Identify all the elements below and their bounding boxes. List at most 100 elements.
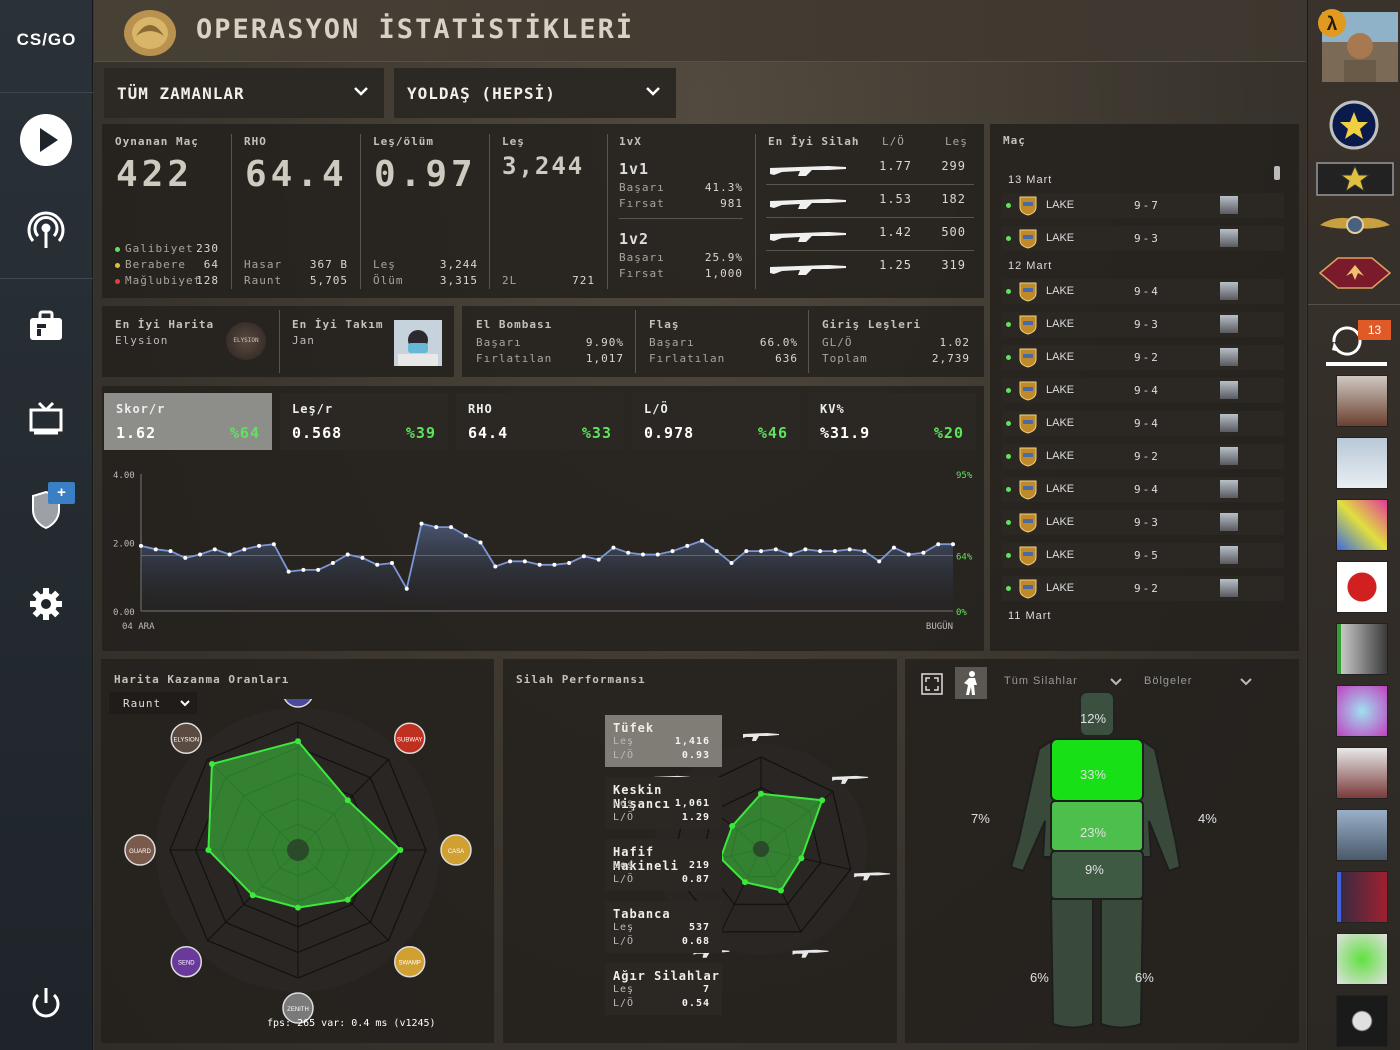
match-row[interactable]: LAKE 9-2 (1002, 345, 1284, 370)
stat-tab[interactable]: Leş/r 0.568 %39 (280, 393, 448, 450)
stat-tab[interactable]: Skor/r 1.62 %64 (104, 393, 272, 450)
data-point[interactable] (906, 552, 911, 557)
weapon-category-card[interactable]: Hafif Makineli Leş 219 L/Ö 0.87 (605, 839, 722, 891)
friend-avatar[interactable] (1336, 499, 1388, 551)
data-point[interactable] (139, 543, 143, 548)
scrollbar-thumb[interactable] (1274, 166, 1280, 180)
data-point[interactable] (567, 561, 572, 566)
data-point[interactable] (508, 559, 513, 564)
match-row[interactable]: LAKE 9-2 (1002, 444, 1284, 469)
weapon-filter[interactable]: Tüm Silahlar (1004, 675, 1078, 687)
data-point[interactable] (316, 567, 321, 572)
data-point[interactable] (552, 562, 557, 567)
data-point[interactable] (301, 567, 306, 572)
region-filter[interactable]: Bölgeler (1144, 675, 1192, 687)
match-row[interactable]: LAKE 9-4 (1002, 378, 1284, 403)
data-point[interactable] (847, 547, 852, 552)
data-point[interactable] (581, 554, 586, 559)
match-row[interactable]: LAKE 9-3 (1002, 312, 1284, 337)
data-point[interactable] (759, 549, 764, 554)
weapon-category-card[interactable]: Tüfek Leş 1,416 L/Ö 0.93 (605, 715, 722, 767)
data-point[interactable] (478, 540, 483, 545)
data-point[interactable] (951, 542, 955, 547)
data-point[interactable] (626, 550, 631, 555)
data-point[interactable] (832, 549, 837, 554)
data-point[interactable] (330, 561, 335, 566)
data-point[interactable] (891, 545, 896, 550)
broadcast-icon[interactable] (18, 202, 74, 258)
friend-avatar[interactable] (1336, 995, 1388, 1047)
power-icon[interactable] (18, 975, 74, 1031)
data-point[interactable] (788, 552, 793, 557)
soldier-toggle-button[interactable] (955, 667, 987, 699)
data-point[interactable] (360, 555, 365, 560)
friend-avatar[interactable] (1336, 871, 1388, 923)
stat-tab[interactable]: KV% %31.9 %20 (808, 393, 976, 450)
player-avatar[interactable]: λ (1318, 8, 1400, 82)
play-icon[interactable] (18, 112, 74, 168)
data-point[interactable] (773, 547, 778, 552)
match-row[interactable]: LAKE 9-3 (1002, 510, 1284, 535)
stat-tab[interactable]: RHO 64.4 %33 (456, 393, 624, 450)
mate-filter-dropdown[interactable]: YOLDAŞ (HEPSİ) (394, 68, 676, 118)
data-point[interactable] (921, 550, 926, 555)
data-point[interactable] (434, 525, 439, 530)
data-point[interactable] (862, 549, 867, 554)
match-row[interactable]: LAKE 9-4 (1002, 411, 1284, 436)
data-point[interactable] (611, 545, 616, 550)
data-point[interactable] (449, 525, 454, 530)
stat-tab[interactable]: L/Ö 0.978 %46 (632, 393, 800, 450)
data-point[interactable] (389, 561, 394, 566)
data-point[interactable] (596, 557, 601, 562)
data-point[interactable] (168, 549, 173, 554)
data-point[interactable] (242, 547, 247, 552)
weapon-category-card[interactable]: Keskin Nişancı Leş 1,061 L/Ö 1.29 (605, 777, 722, 829)
friend-avatar[interactable] (1336, 933, 1388, 985)
data-point[interactable] (463, 533, 468, 538)
friend-avatar[interactable] (1336, 623, 1388, 675)
time-filter-dropdown[interactable]: TÜM ZAMANLAR (104, 68, 384, 118)
data-point[interactable] (877, 559, 882, 564)
weapon-category-card[interactable]: Tabanca Leş 537 L/Ö 0.68 (605, 901, 722, 953)
data-point[interactable] (183, 555, 188, 560)
match-row[interactable]: LAKE 9-4 (1002, 279, 1284, 304)
friend-avatar[interactable] (1336, 809, 1388, 861)
weapon-category-card[interactable]: Ağır Silahlar Leş 7 L/Ö 0.54 (605, 963, 722, 1015)
data-point[interactable] (404, 586, 409, 591)
data-point[interactable] (345, 552, 350, 557)
data-point[interactable] (419, 521, 424, 526)
data-point[interactable] (227, 552, 232, 557)
data-point[interactable] (493, 564, 498, 569)
data-point[interactable] (729, 561, 734, 566)
data-point[interactable] (271, 542, 276, 547)
data-point[interactable] (522, 559, 527, 564)
match-row[interactable]: LAKE 9-5 (1002, 543, 1284, 568)
data-point[interactable] (375, 562, 380, 567)
data-point[interactable] (640, 552, 645, 557)
rank-eagle-badge-icon[interactable] (1316, 256, 1394, 290)
rank-medal-icon[interactable] (1329, 100, 1379, 150)
data-point[interactable] (818, 549, 823, 554)
plus-badge[interactable]: + (48, 482, 75, 504)
data-point[interactable] (655, 552, 660, 557)
data-point[interactable] (936, 542, 941, 547)
data-point[interactable] (744, 549, 749, 554)
data-point[interactable] (257, 543, 262, 548)
rank-star-badge-icon[interactable] (1316, 162, 1394, 196)
match-row[interactable]: LAKE 9-7 (1002, 193, 1284, 218)
friend-avatar[interactable] (1336, 437, 1388, 489)
friend-avatar[interactable] (1336, 375, 1388, 427)
data-point[interactable] (803, 547, 808, 552)
expand-icon[interactable] (921, 673, 943, 695)
data-point[interactable] (198, 552, 203, 557)
data-point[interactable] (537, 562, 542, 567)
data-point[interactable] (670, 549, 675, 554)
friend-avatar[interactable] (1336, 685, 1388, 737)
match-row[interactable]: LAKE 9-3 (1002, 226, 1284, 251)
match-row[interactable]: LAKE 9-4 (1002, 477, 1284, 502)
data-point[interactable] (700, 538, 705, 543)
data-point[interactable] (685, 543, 690, 548)
data-point[interactable] (212, 547, 217, 552)
watch-icon[interactable] (18, 390, 74, 446)
data-point[interactable] (714, 549, 719, 554)
